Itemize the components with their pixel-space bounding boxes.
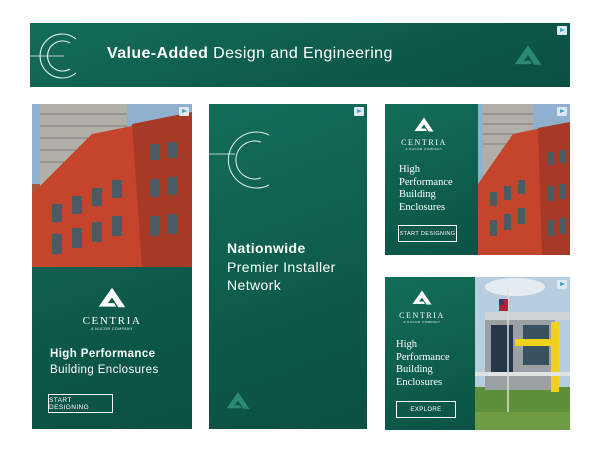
triangle-logo-icon <box>514 44 542 66</box>
square-bottom-copy: High Performance Building Enclosures <box>396 339 450 389</box>
triangle-logo-icon <box>226 391 250 410</box>
copy-line: Enclosures <box>399 201 446 213</box>
explore-button[interactable]: EXPLORE <box>396 401 456 418</box>
start-designing-button[interactable]: START DESIGNING <box>48 394 113 413</box>
triangle-logo-icon <box>98 287 126 308</box>
building-photo-image <box>32 104 192 267</box>
square-ad-top[interactable]: CENTRIA A NUCOR COMPANY High Performance… <box>385 104 570 255</box>
building-photo <box>32 104 192 267</box>
square-ad-bottom[interactable]: CENTRIA A NUCOR COMPANY High Performance… <box>385 277 570 430</box>
c-mark-icon <box>209 131 270 189</box>
triangle-logo-icon <box>412 290 432 305</box>
banner-ad[interactable]: Value-Added Design and Engineering <box>30 23 570 87</box>
copy-line: High <box>399 164 420 175</box>
copy-line: Performance <box>396 351 450 363</box>
brand-subtitle: A NUCOR COMPANY <box>405 147 443 151</box>
brand-name: CENTRIA <box>401 138 447 147</box>
middle-ad[interactable]: Nationwide Premier Installer Network <box>209 104 367 429</box>
copy-line: Building <box>396 364 433 375</box>
ad-choices-icon[interactable] <box>557 107 567 116</box>
house-photo <box>475 277 570 430</box>
banner-headline: Value-Added Design and Engineering <box>107 45 393 62</box>
brand-subtitle: A NUCOR COMPANY <box>403 320 441 324</box>
start-designing-button[interactable]: START DESIGNING <box>398 225 457 242</box>
copy-line: Building <box>399 189 436 200</box>
ad-choices-icon[interactable] <box>354 107 364 116</box>
ad-choices-icon[interactable] <box>557 280 567 289</box>
middle-headline-2: Premier Installer <box>227 259 336 275</box>
centria-logo: CENTRIA A NUCOR COMPANY <box>32 287 192 331</box>
brand-subtitle: A NUCOR COMPANY <box>91 327 133 331</box>
ad-choices-icon[interactable] <box>557 26 567 35</box>
house-photo-image <box>475 277 570 430</box>
middle-headline-1: Nationwide <box>227 240 306 256</box>
centria-logo: CENTRIA A NUCOR COMPANY <box>391 290 453 324</box>
building-photo-image <box>478 104 570 255</box>
brand-name: CENTRIA <box>82 315 142 327</box>
ad-choices-icon[interactable] <box>179 107 189 116</box>
tower-headline-2: Building Enclosures <box>50 364 159 376</box>
brand-name: CENTRIA <box>399 311 445 320</box>
triangle-logo-icon <box>414 117 434 132</box>
square-top-copy: High Performance Building Enclosures <box>399 164 453 214</box>
building-photo <box>478 104 570 255</box>
middle-headline-3: Network <box>227 277 282 293</box>
copy-line: Performance <box>399 176 453 188</box>
tower-ad[interactable]: CENTRIA A NUCOR COMPANY High Performance… <box>32 104 192 429</box>
tower-headline-1: High Performance <box>50 348 156 360</box>
centria-logo: CENTRIA A NUCOR COMPANY <box>393 117 455 151</box>
copy-line: Enclosures <box>396 376 443 388</box>
copy-line: High <box>396 339 417 350</box>
